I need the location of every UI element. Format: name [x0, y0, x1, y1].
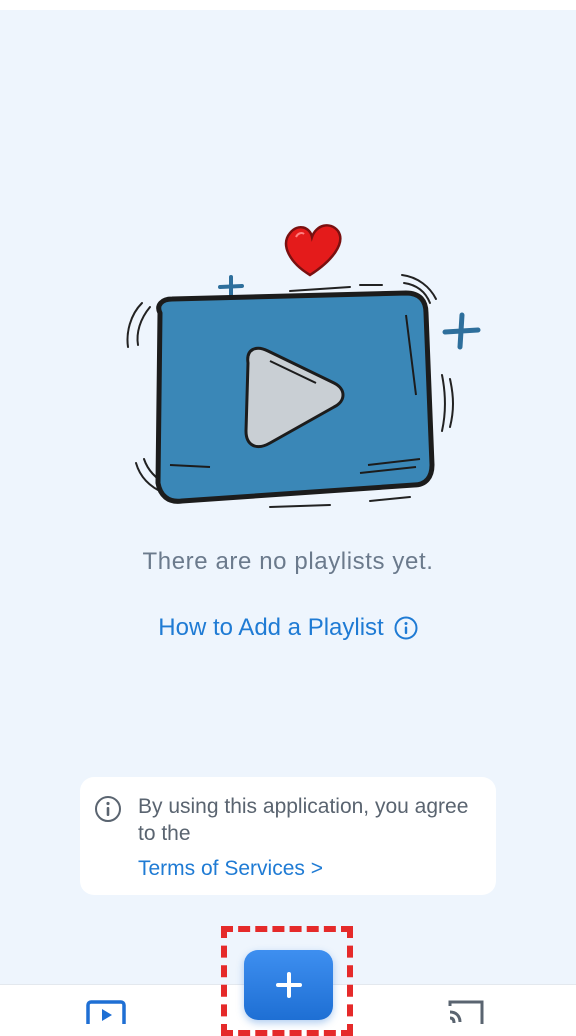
add-playlist-button[interactable] [244, 950, 333, 1020]
plus-sparkle-icon [442, 312, 481, 350]
terms-of-services-link[interactable]: Terms of Services > [138, 857, 323, 881]
main-screen: There are no playlists yet. How to Add a… [0, 10, 576, 1024]
cast-icon[interactable] [446, 1000, 486, 1024]
terms-notice-text: By using this application, you agree to … [138, 795, 469, 845]
how-to-add-playlist-link[interactable]: How to Add a Playlist [0, 614, 576, 642]
terms-notice-card: By using this application, you agree to … [80, 777, 496, 895]
playlist-icon[interactable] [86, 1000, 126, 1024]
add-icon [275, 972, 302, 998]
how-to-add-playlist-label: How to Add a Playlist [158, 614, 384, 641]
video-player-illustration [126, 224, 481, 508]
empty-state-message: There are no playlists yet. [142, 548, 434, 575]
heart-icon [284, 224, 342, 277]
info-icon [95, 796, 121, 822]
plus-sparkle-icon [218, 275, 244, 299]
info-icon [394, 616, 418, 640]
